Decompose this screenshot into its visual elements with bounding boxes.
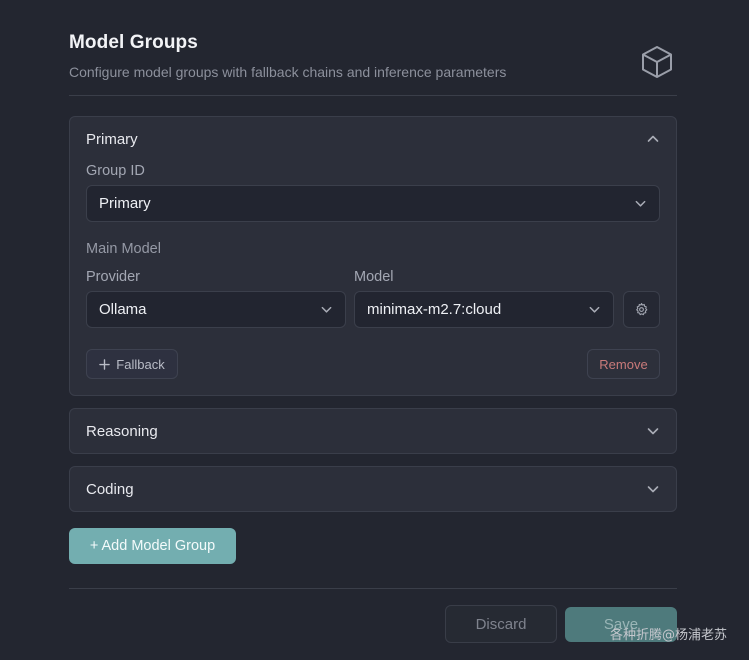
group-header-primary[interactable]: Primary [86, 117, 660, 161]
gear-icon [636, 303, 648, 316]
group-id-value: Primary [99, 195, 151, 212]
group-card-reasoning: Reasoning [69, 408, 677, 454]
footer-divider [69, 588, 677, 589]
model-label: Model [354, 269, 394, 285]
plus-icon [99, 358, 111, 370]
group-header-coding[interactable]: Coding [86, 467, 660, 511]
group-card-primary: Primary Group ID Primary Main Model Prov… [69, 116, 677, 396]
remove-label: Remove [599, 356, 648, 372]
chevron-up-icon [647, 135, 659, 142]
chevron-down-icon [589, 306, 600, 313]
model-value: minimax-m2.7:cloud [367, 301, 502, 318]
chevron-down-icon [635, 200, 646, 207]
group-header-reasoning[interactable]: Reasoning [86, 409, 660, 453]
model-select[interactable]: minimax-m2.7:cloud [354, 291, 614, 328]
fallback-label: Fallback [116, 356, 165, 372]
chevron-down-icon [647, 428, 659, 435]
group-name: Reasoning [86, 422, 158, 440]
group-id-label: Group ID [86, 163, 145, 179]
group-card-coding: Coding [69, 466, 677, 512]
group-name: Primary [86, 130, 138, 148]
group-id-select[interactable]: Primary [86, 185, 660, 222]
chevron-down-icon [647, 486, 659, 493]
add-model-group-button[interactable]: + Add Model Group [69, 528, 236, 564]
header-divider [69, 95, 677, 96]
chevron-down-icon [321, 306, 332, 313]
model-settings-button[interactable] [623, 291, 660, 328]
watermark-text: 各种折腾@杨浦老苏 [610, 628, 728, 643]
provider-value: Ollama [99, 301, 147, 318]
page-title: Model Groups [69, 32, 198, 53]
discard-button[interactable]: Discard [445, 605, 557, 643]
main-model-label: Main Model [86, 241, 161, 257]
page-subtitle: Configure model groups with fallback cha… [69, 64, 507, 80]
provider-label: Provider [86, 269, 140, 285]
add-fallback-button[interactable]: Fallback [86, 349, 178, 379]
remove-group-button[interactable]: Remove [587, 349, 660, 379]
provider-select[interactable]: Ollama [86, 291, 346, 328]
page-header: Model Groups Configure model groups with… [69, 32, 677, 80]
group-name: Coding [86, 480, 134, 498]
cube-icon [642, 46, 672, 78]
